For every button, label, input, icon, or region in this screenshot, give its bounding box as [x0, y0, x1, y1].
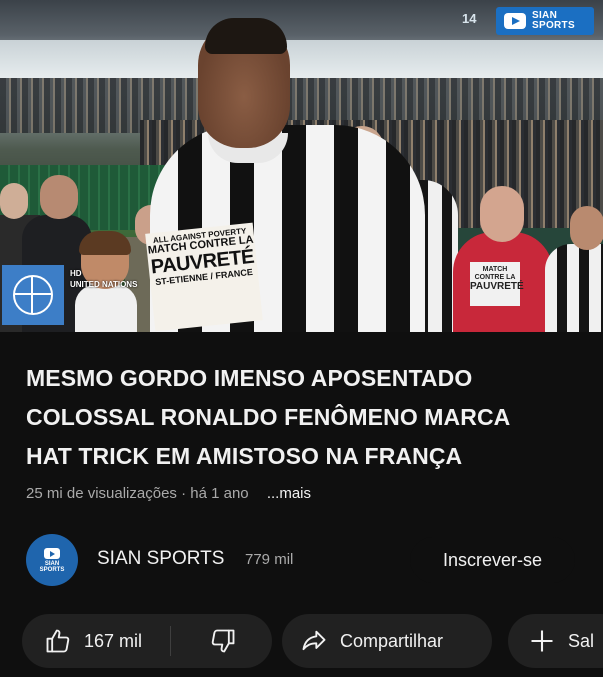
thumbs-down-icon [211, 629, 235, 653]
like-dislike-group: 167 mil [22, 614, 272, 668]
subscriber-count: 779 mil [245, 551, 294, 568]
player-right [545, 244, 603, 332]
video-title-line: HAT TRICK EM AMISTOSO NA FRANÇA [26, 443, 463, 469]
upload-age: há 1 ano [190, 485, 249, 502]
view-count: 25 mi de visualizações [26, 485, 177, 502]
video-title-line: MESMO GORDO IMENSO APOSENTADO [26, 365, 473, 391]
video-title-line: COLOSSAL RONALDO FENÔMENO MARCA [26, 404, 511, 430]
share-icon [302, 630, 326, 651]
share-label: Compartilhar [340, 630, 444, 651]
video-meta[interactable]: 25 mi de visualizações · há 1 ano ...mai… [26, 485, 311, 502]
un-logo [2, 265, 64, 325]
overlay-number: 14 [462, 11, 477, 26]
video-title[interactable]: MESMO GORDO IMENSO APOSENTADO COLOSSAL R… [26, 359, 586, 476]
like-count: 167 mil [84, 630, 143, 651]
save-button[interactable]: Sal [508, 614, 603, 668]
share-button[interactable]: Compartilhar [282, 614, 492, 668]
bib-red: MATCH CONTRE LA PAUVRETÉ [470, 262, 524, 306]
un-globe-icon [13, 275, 53, 315]
channel-watermark: SIAN SPORTS [496, 7, 594, 35]
save-label: Sal [568, 630, 595, 651]
channel-name[interactable]: SIAN SPORTS [97, 548, 224, 570]
like-button[interactable]: 167 mil [22, 614, 170, 668]
dislike-button[interactable] [171, 614, 237, 668]
subscribe-button[interactable]: Inscrever-se [410, 537, 575, 583]
video-player[interactable]: MATCH CONTRE LA PAUVRETÉ ALL AGAINST POV… [0, 0, 603, 332]
action-bar: 167 mil Compartilhar Sal [0, 614, 603, 670]
channel-avatar[interactable]: SIAN SPORTS [26, 534, 78, 586]
channel-row: SIAN SPORTS SIAN SPORTS 779 mil Inscreve… [0, 532, 603, 588]
bib-main: ALL AGAINST POVERTY MATCH CONTRE LA PAUV… [145, 222, 263, 332]
un-logo-text: HD UNITED NATIONS [70, 269, 138, 289]
play-icon [44, 547, 60, 559]
meta-separator: · [181, 485, 187, 502]
plus-icon [531, 630, 553, 652]
thumbs-up-icon [46, 629, 70, 653]
stadium-roof [0, 40, 603, 78]
more-link[interactable]: ...mais [267, 485, 311, 502]
play-icon [504, 13, 526, 29]
